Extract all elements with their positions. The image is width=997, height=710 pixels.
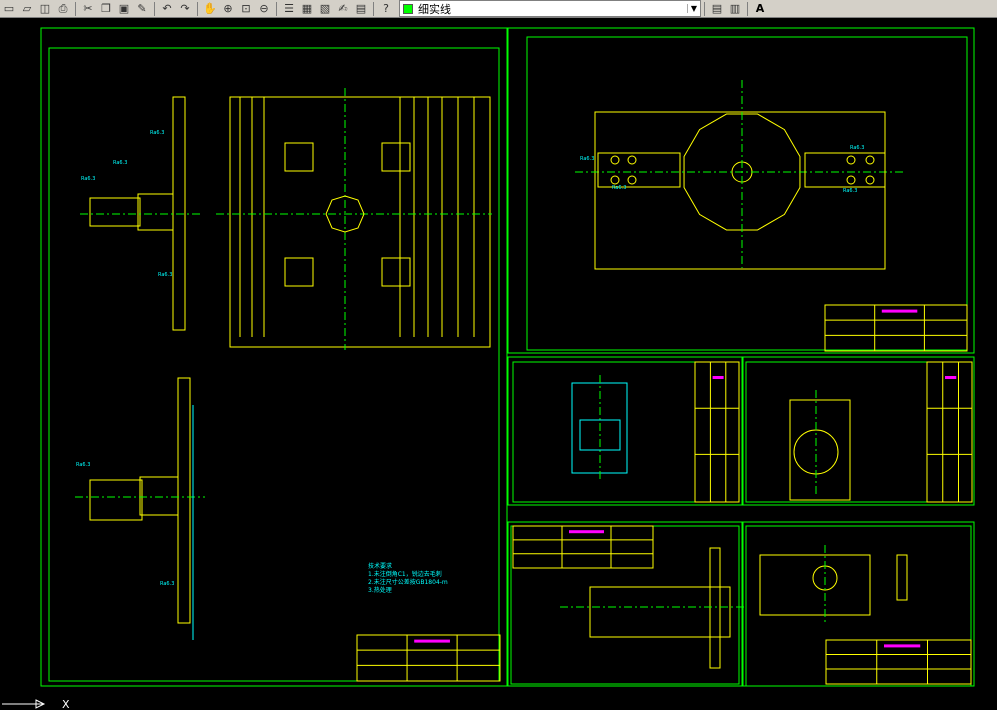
bolt-pad xyxy=(381,142,411,172)
properties-icon[interactable]: ☰ xyxy=(280,1,298,17)
tool-palettes-icon[interactable]: ▧ xyxy=(316,1,334,17)
clamp-hole xyxy=(846,155,856,165)
color-swatch-icon xyxy=(403,3,413,14)
part-6-tab xyxy=(896,554,908,601)
title-tag xyxy=(881,309,918,313)
part-geometry xyxy=(75,80,973,685)
sheet-4-outer xyxy=(742,356,975,506)
part-4-body xyxy=(789,399,851,501)
new-icon[interactable]: ▭ xyxy=(0,1,18,17)
text-style-icon[interactable]: A xyxy=(751,1,769,17)
title-tag xyxy=(569,530,604,534)
roughness-label: Ra6.3 xyxy=(843,188,857,194)
roughness-label: Ra6.3 xyxy=(580,156,594,162)
sheet-5-inner xyxy=(510,525,740,685)
linetype-dropdown[interactable]: 细实线 ▼ xyxy=(399,0,701,17)
bracket-outline xyxy=(594,111,886,270)
redo-icon[interactable]: ↷ xyxy=(176,1,194,17)
pan-icon[interactable]: ✋ xyxy=(201,1,219,17)
undo-icon[interactable]: ↶ xyxy=(158,1,176,17)
left-clamp xyxy=(597,152,681,188)
help-icon[interactable]: ? xyxy=(377,1,395,17)
title-tag xyxy=(945,376,957,379)
part-5-body xyxy=(589,586,731,638)
roughness-label: Ra6.3 xyxy=(158,272,172,278)
paste-icon[interactable]: ▣ xyxy=(115,1,133,17)
clamp-hole xyxy=(846,175,856,185)
zoom-realtime-icon[interactable]: ⊕ xyxy=(219,1,237,17)
title-block-3 xyxy=(694,361,740,503)
part-4-disc xyxy=(793,429,839,475)
shaft-1 xyxy=(89,197,141,227)
sheet-2-inner xyxy=(526,36,968,351)
sheet-3-outer xyxy=(507,356,743,506)
layer-states-icon[interactable]: ▥ xyxy=(726,1,744,17)
title-tag xyxy=(884,644,921,648)
note-line: 1.未注倒角C1，锐边去毛刺 xyxy=(368,570,442,578)
roughness-label: Ra6.3 xyxy=(150,130,164,136)
bolt-pad xyxy=(284,142,314,172)
clamp-hole xyxy=(610,175,620,185)
note-line: 技术要求 xyxy=(368,562,392,570)
sheet-2-outer xyxy=(507,27,975,354)
match-properties-icon[interactable]: ✎ xyxy=(133,1,151,17)
drawing-canvas[interactable]: 技术要求1.未注倒角C1，锐边去毛刺2.未注尺寸公差按GB1804-m3.热处理… xyxy=(0,18,997,710)
note-line: 2.未注尺寸公差按GB1804-m xyxy=(368,578,448,586)
open-icon[interactable]: ▱ xyxy=(18,1,36,17)
roughness-label: Ra6.3 xyxy=(113,160,127,166)
save-icon[interactable]: ◫ xyxy=(36,1,54,17)
part-5-flange xyxy=(709,547,721,669)
ucs-x-label: X xyxy=(62,698,70,710)
roughness-label: Ra6.3 xyxy=(76,462,90,468)
design-center-icon[interactable]: ▦ xyxy=(298,1,316,17)
sheet-5-outer xyxy=(507,521,743,687)
sheet-frames xyxy=(40,27,975,687)
bolt-pad xyxy=(284,257,314,287)
shaft-2 xyxy=(89,479,143,521)
sheet-6-inner xyxy=(745,525,972,687)
clamp-hole xyxy=(627,175,637,185)
bolt-pad xyxy=(381,257,411,287)
cut-icon[interactable]: ✂ xyxy=(79,1,97,17)
note-line: 3.热处理 xyxy=(368,586,392,594)
clamp-hole xyxy=(610,155,620,165)
clamp-hole xyxy=(865,175,875,185)
markup-icon[interactable]: ✍ xyxy=(334,1,352,17)
sheet-4-inner xyxy=(745,361,973,503)
clamp-hole xyxy=(627,155,637,165)
plate-outline xyxy=(229,96,491,348)
roughness-label: Ra6.3 xyxy=(850,145,864,151)
layers-icon[interactable]: ▤ xyxy=(708,1,726,17)
clamp-hole xyxy=(865,155,875,165)
sheet-6-outer xyxy=(742,521,975,687)
chevron-down-icon[interactable]: ▼ xyxy=(687,4,700,13)
roughness-label: Ra6.3 xyxy=(81,176,95,182)
print-icon[interactable]: ⎙ xyxy=(54,1,72,17)
calculator-icon[interactable]: ▤ xyxy=(352,1,370,17)
boss-2 xyxy=(139,476,179,516)
zoom-window-icon[interactable]: ⊡ xyxy=(237,1,255,17)
title-block-4 xyxy=(926,361,973,503)
linetype-label: 细实线 xyxy=(418,2,451,16)
roughness-label: Ra6.3 xyxy=(612,185,626,191)
zoom-previous-icon[interactable]: ⊖ xyxy=(255,1,273,17)
roughness-label: Ra6.3 xyxy=(160,581,174,587)
side-plate-2 xyxy=(177,377,191,624)
boss-1 xyxy=(137,193,174,231)
copy-icon[interactable]: ❐ xyxy=(97,1,115,17)
sheet-1-inner xyxy=(48,47,500,682)
ucs-icon: X xyxy=(2,698,70,710)
title-tag xyxy=(712,376,724,379)
standard-toolbar: ▭ ▱ ◫ ⎙ ✂ ❐ ▣ ✎ ↶ ↷ ✋ ⊕ ⊡ ⊖ ☰ ▦ ▧ ✍ ▤? 细实线 ▼ ▤ ▥ A xyxy=(0,0,997,18)
title-tag xyxy=(414,639,450,643)
sheet-1-outer xyxy=(40,27,508,687)
